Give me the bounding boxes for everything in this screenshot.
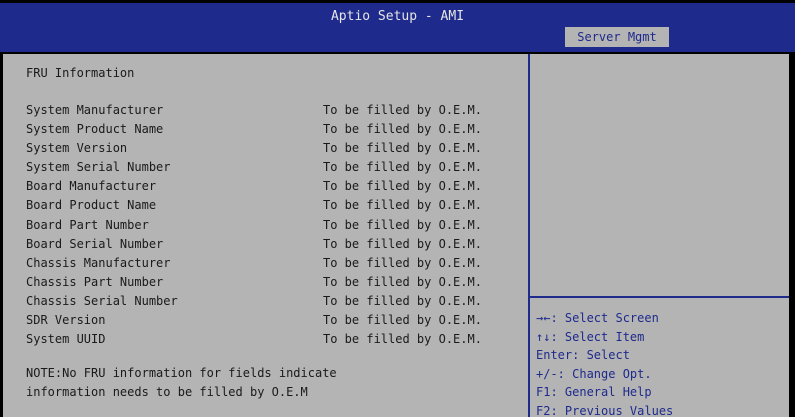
note-line: NOTE:No FRU information for fields indic… <box>26 366 337 380</box>
fru-row: Chassis Manufacturer To be filled by O.E… <box>26 254 526 273</box>
fru-label: Board Manufacturer <box>26 179 157 194</box>
fru-value: To be filled by O.E.M. <box>323 236 482 251</box>
fru-value: To be filled by O.E.M. <box>323 332 482 347</box>
fru-value: To be filled by O.E.M. <box>323 198 482 213</box>
fru-value: To be filled by O.E.M. <box>323 313 482 328</box>
fru-label: Board Part Number <box>26 217 149 232</box>
bios-window: Aptio Setup - AMI Server Mgmt FRU Inform… <box>0 0 795 417</box>
tab-server-mgmt[interactable]: Server Mgmt <box>565 27 669 47</box>
help-select-screen: →←: Select Screen <box>536 311 659 325</box>
help-select-item: ↑↓: Select Item <box>536 329 645 344</box>
fru-row: SDR Version To be filled by O.E.M. <box>26 311 526 330</box>
fru-label: System Version <box>26 141 128 156</box>
help-panel: →←: Select Screen ↑↓: Select Item Enter:… <box>536 309 786 417</box>
app-title: Aptio Setup - AMI <box>330 9 465 24</box>
fru-value: To be filled by O.E.M. <box>323 160 482 175</box>
help-general-help: F1: General Help <box>536 385 652 399</box>
fru-value: To be filled by O.E.M. <box>323 293 482 308</box>
fru-value: To be filled by O.E.M. <box>323 255 482 270</box>
fru-label: Chassis Serial Number <box>26 293 178 308</box>
fru-label: Chassis Part Number <box>26 274 164 289</box>
help-divider <box>530 296 789 298</box>
fru-row: Chassis Serial Number To be filled by O.… <box>26 292 526 311</box>
fru-row: System Serial Number To be filled by O.E… <box>26 158 526 177</box>
fru-row: System Product Name To be filled by O.E.… <box>26 120 526 139</box>
fru-row: System UUID To be filled by O.E.M. <box>26 330 526 349</box>
fru-label: Board Product Name <box>26 198 157 213</box>
fru-label: Chassis Manufacturer <box>26 255 171 270</box>
note-line: information needs to be filled by O.E.M <box>26 385 308 399</box>
fru-label: System Product Name <box>26 122 164 137</box>
fru-label: System Manufacturer <box>26 103 164 117</box>
panel-divider <box>528 54 530 417</box>
help-change-opt: +/-: Change Opt. <box>536 366 652 381</box>
content-panel: FRU Information System Manufacturer To b… <box>3 54 789 417</box>
fru-value: To be filled by O.E.M. <box>323 179 482 194</box>
fru-value: To be filled by O.E.M. <box>323 141 482 156</box>
section-title: FRU Information <box>26 66 135 80</box>
help-enter-select: Enter: Select <box>536 348 630 362</box>
fru-row: Board Part Number To be filled by O.E.M. <box>26 216 526 235</box>
fru-row: Board Serial Number To be filled by O.E.… <box>26 235 526 254</box>
fru-value: To be filled by O.E.M. <box>323 122 482 137</box>
help-previous-values: F2: Previous Values <box>536 403 674 417</box>
fru-row: Board Product Name To be filled by O.E.M… <box>26 196 526 215</box>
fru-info-list: System Manufacturer To be filled by O.E.… <box>26 101 526 349</box>
fru-value: To be filled by O.E.M. <box>323 274 482 289</box>
fru-label: System Serial Number <box>26 160 171 175</box>
fru-row: Chassis Part Number To be filled by O.E.… <box>26 273 526 292</box>
fru-row: System Version To be filled by O.E.M. <box>26 139 526 158</box>
fru-label: System UUID <box>26 332 106 347</box>
fru-value: To be filled by O.E.M. <box>323 103 482 117</box>
fru-label: SDR Version <box>26 313 106 328</box>
fru-label: Board Serial Number <box>26 236 164 251</box>
fru-row: Board Manufacturer To be filled by O.E.M… <box>26 177 526 196</box>
fru-value: To be filled by O.E.M. <box>323 217 482 232</box>
fru-row: System Manufacturer To be filled by O.E.… <box>26 101 526 120</box>
note-text: NOTE:No FRU information for fields indic… <box>26 364 337 402</box>
header-bar: Aptio Setup - AMI Server Mgmt <box>0 3 795 52</box>
